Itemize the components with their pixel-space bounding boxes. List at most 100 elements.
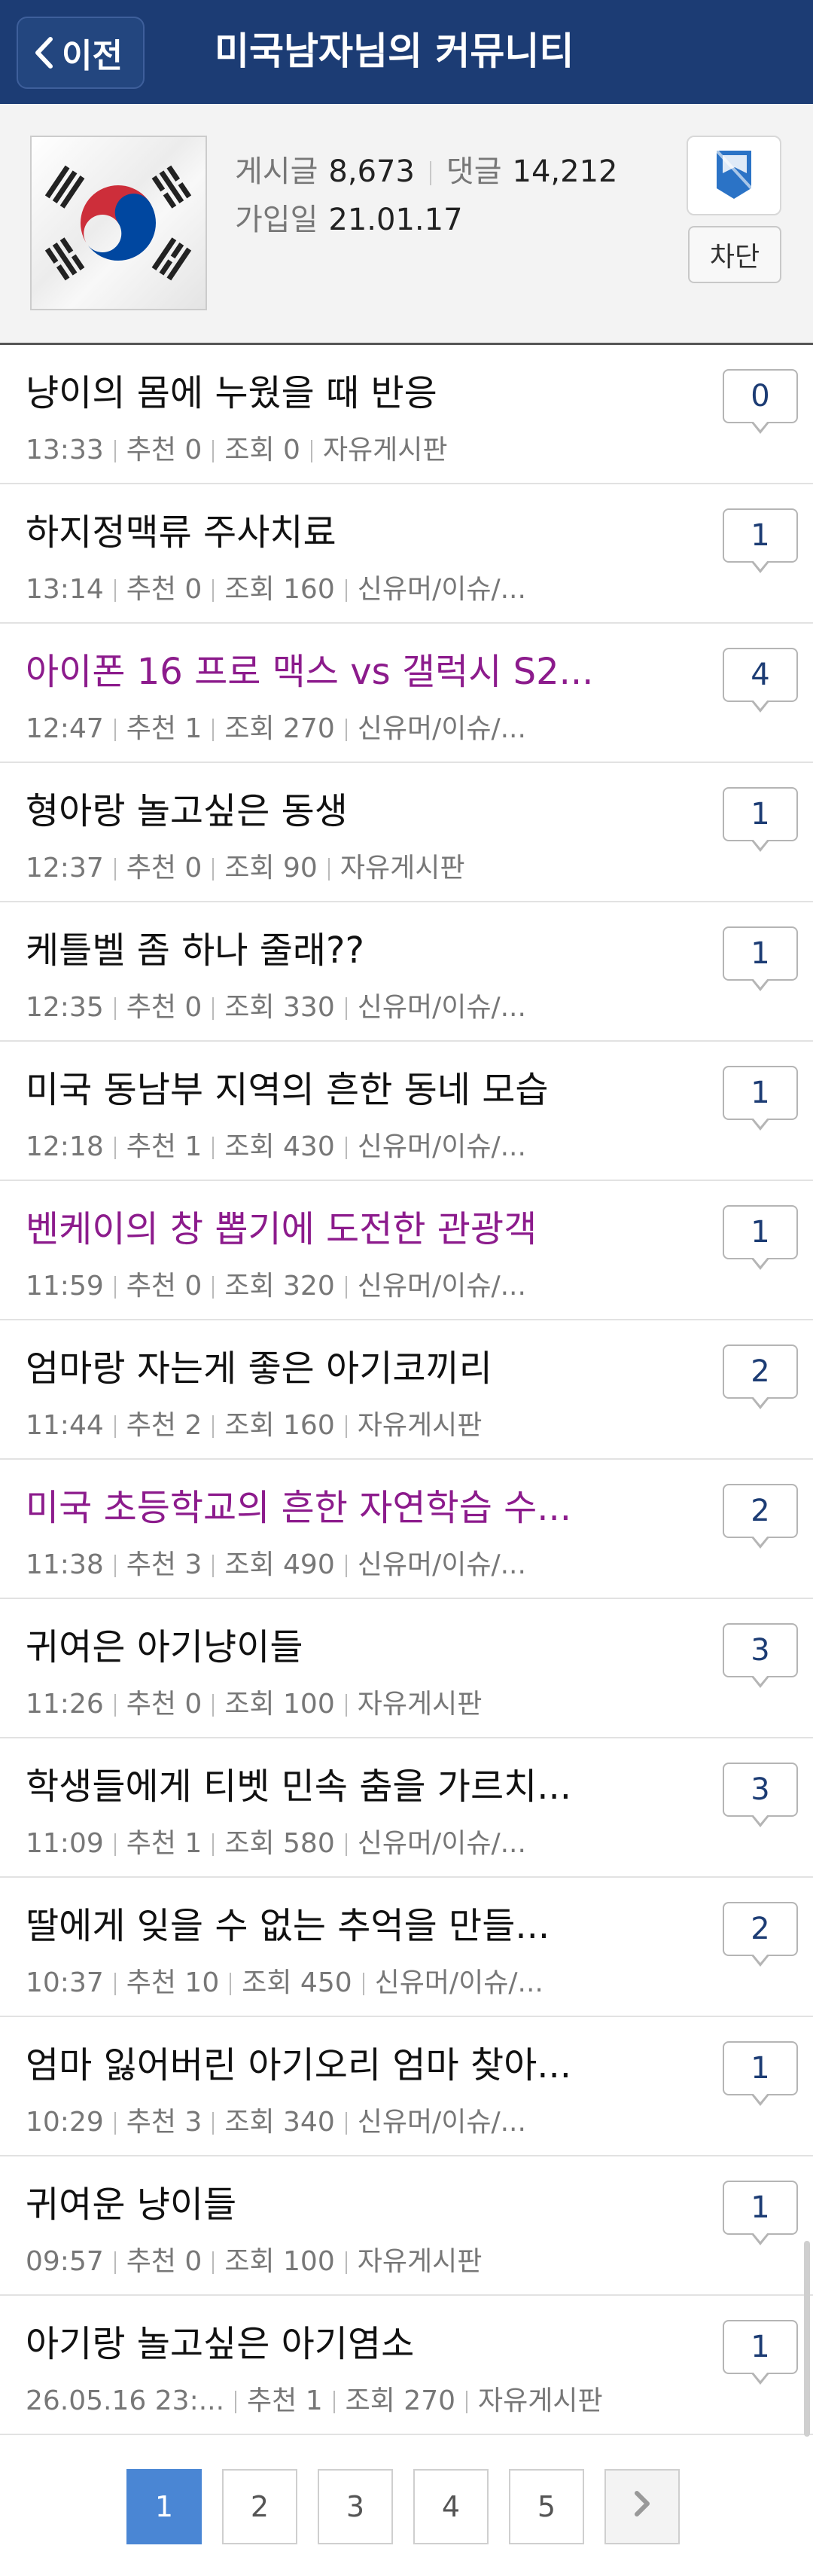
comment-count-badge[interactable]: 1	[723, 787, 798, 852]
post-title[interactable]: 딸에게 잊을 수 없는 추억을 만들...	[26, 1896, 643, 1949]
post-views: 조회 100	[224, 2246, 335, 2277]
post-title[interactable]: 엄마 잃어버린 아기오리 엄마 찾아...	[26, 2035, 643, 2088]
page-button-1[interactable]: 1	[126, 2469, 202, 2544]
bookmark-button[interactable]	[687, 136, 781, 215]
divider	[114, 579, 116, 602]
post-title[interactable]: 엄마랑 자는게 좋은 아기코끼리	[26, 1338, 643, 1391]
post-title[interactable]: 케틀벨 좀 하나 줄래??	[26, 920, 643, 973]
comment-count-badge[interactable]: 1	[723, 2320, 798, 2385]
list-item[interactable]: 아이폰 16 프로 맥스 vs 갤럭시 S2... 12:47 추천 1 조회 270…	[0, 624, 813, 763]
list-item[interactable]: 하지정맥류 주사치료 13:14 추천 0 조회 160 신유머/이슈/... 1	[0, 484, 813, 624]
comment-count-badge[interactable]: 0	[723, 369, 798, 434]
bookmark-icon	[712, 148, 756, 203]
comment-count-badge[interactable]: 4	[723, 648, 798, 713]
divider	[212, 719, 215, 741]
post-title[interactable]: 벤케이의 창 뽑기에 도전한 관광객	[26, 1199, 643, 1252]
post-board: 신유머/이슈/...	[357, 992, 526, 1023]
divider	[429, 161, 431, 185]
post-views: 조회 320	[224, 1271, 335, 1302]
comment-count-badge[interactable]: 3	[723, 1763, 798, 1827]
post-title[interactable]: 냥이의 몸에 누웠을 때 반응	[26, 363, 643, 416]
divider	[114, 440, 116, 462]
post-meta: 11:26 추천 0 조회 100 자유게시판	[26, 1682, 673, 1721]
divider	[212, 2251, 215, 2274]
list-item[interactable]: 아기랑 놀고싶은 아기염소 26.05.16 23:... 추천 1 조회 270 자유…	[0, 2296, 813, 2435]
page-button-4[interactable]: 4	[413, 2469, 489, 2544]
joined-label: 가입일	[235, 203, 318, 237]
post-title[interactable]: 아기랑 놀고싶은 아기염소	[26, 2314, 643, 2367]
comment-count-badge[interactable]: 1	[723, 2181, 798, 2245]
post-board: 자유게시판	[357, 1689, 483, 1720]
list-item[interactable]: 귀여운 냥이들 09:57 추천 0 조회 100 자유게시판 1	[0, 2156, 813, 2296]
divider	[235, 2391, 237, 2413]
comment-count-badge[interactable]: 1	[723, 2041, 798, 2106]
post-board: 자유게시판	[357, 2246, 483, 2277]
block-button[interactable]: 차단	[688, 226, 781, 283]
list-item[interactable]: 딸에게 잊을 수 없는 추억을 만들... 10:37 추천 10 조회 450 신유머…	[0, 1878, 813, 2017]
post-time: 26.05.16 23:...	[26, 2385, 225, 2416]
list-item[interactable]: 엄마랑 자는게 좋은 아기코끼리 11:44 추천 2 조회 160 자유게시판 2	[0, 1320, 813, 1460]
list-item[interactable]: 냥이의 몸에 누웠을 때 반응 13:33 추천 0 조회 0 자유게시판 0	[0, 345, 813, 484]
divider	[345, 579, 347, 602]
comment-count-badge[interactable]: 1	[723, 1066, 798, 1131]
post-title[interactable]: 하지정맥류 주사치료	[26, 502, 643, 555]
post-recommend: 추천 1	[126, 1131, 202, 1162]
post-views: 조회 270	[224, 713, 335, 744]
divider	[114, 1973, 116, 1995]
post-recommend: 추천 0	[126, 853, 202, 884]
post-recommend: 추천 2	[126, 1410, 202, 1441]
list-item[interactable]: 귀여은 아기냥이들 11:26 추천 0 조회 100 자유게시판 3	[0, 1599, 813, 1738]
post-title[interactable]: 형아랑 놀고싶은 동생	[26, 781, 643, 834]
divider	[333, 2391, 335, 2413]
joined-date: 21.01.17	[328, 203, 463, 237]
post-time: 13:14	[26, 574, 104, 605]
post-title[interactable]: 아이폰 16 프로 맥스 vs 갤럭시 S2...	[26, 642, 643, 694]
post-title[interactable]: 귀여은 아기냥이들	[26, 1617, 643, 1670]
post-views: 조회 160	[224, 1410, 335, 1441]
post-board: 자유게시판	[340, 853, 465, 884]
post-views: 조회 160	[224, 574, 335, 605]
list-item[interactable]: 케틀벨 좀 하나 줄래?? 12:35 추천 0 조회 330 신유머/이슈/... 1	[0, 902, 813, 1042]
comment-count-badge[interactable]: 2	[723, 1902, 798, 1967]
comment-count-badge[interactable]: 2	[723, 1484, 798, 1549]
comment-count-badge[interactable]: 2	[723, 1344, 798, 1409]
post-board: 신유머/이슈/...	[357, 713, 526, 744]
divider	[212, 1276, 215, 1299]
back-button[interactable]: 이전	[17, 17, 145, 89]
post-title[interactable]: 귀여운 냥이들	[26, 2175, 643, 2227]
list-item[interactable]: 학생들에게 티벳 민속 춤을 가르치... 11:09 추천 1 조회 580 신유머/…	[0, 1738, 813, 1878]
divider	[345, 1276, 347, 1299]
list-item[interactable]: 형아랑 놀고싶은 동생 12:37 추천 0 조회 90 자유게시판 1	[0, 763, 813, 902]
page-button-2[interactable]: 2	[222, 2469, 297, 2544]
divider	[212, 2112, 215, 2135]
comment-count-badge[interactable]: 1	[723, 508, 798, 573]
post-time: 09:57	[26, 2246, 104, 2277]
scrollbar[interactable]	[804, 2241, 810, 2437]
page-button-5[interactable]: 5	[509, 2469, 584, 2544]
list-item[interactable]: 엄마 잃어버린 아기오리 엄마 찾아... 10:29 추천 3 조회 340 신유머/…	[0, 2017, 813, 2156]
comment-count-badge[interactable]: 1	[723, 1205, 798, 1270]
page-title: 미국남자님의 커뮤니티	[215, 29, 574, 73]
divider	[345, 1694, 347, 1717]
divider	[466, 2391, 468, 2413]
divider	[114, 2112, 116, 2135]
next-page-button[interactable]	[604, 2469, 680, 2544]
comment-count-badge[interactable]: 3	[723, 1623, 798, 1688]
list-item[interactable]: 미국 동남부 지역의 흔한 동네 모습 12:18 추천 1 조회 430 신유머/이슈…	[0, 1042, 813, 1181]
divider	[114, 1555, 116, 1577]
post-title[interactable]: 학생들에게 티벳 민속 춤을 가르치...	[26, 1757, 643, 1809]
comment-count-badge[interactable]: 1	[723, 926, 798, 991]
post-board: 자유게시판	[322, 435, 448, 465]
divider	[212, 1137, 215, 1159]
post-meta: 10:29 추천 3 조회 340 신유머/이슈/...	[26, 2100, 673, 2139]
list-item[interactable]: 벤케이의 창 뽑기에 도전한 관광객 11:59 추천 0 조회 320 신유머/이슈/…	[0, 1181, 813, 1320]
page-button-3[interactable]: 3	[318, 2469, 393, 2544]
post-time: 11:44	[26, 1410, 104, 1441]
post-recommend: 추천 0	[126, 574, 202, 605]
list-item[interactable]: 미국 초등학교의 흔한 자연학습 수... 11:38 추천 3 조회 490 신유머/…	[0, 1460, 813, 1599]
post-views: 조회 270	[345, 2385, 456, 2416]
post-meta: 12:35 추천 0 조회 330 신유머/이슈/...	[26, 985, 673, 1024]
post-title[interactable]: 미국 동남부 지역의 흔한 동네 모습	[26, 1060, 643, 1113]
post-title[interactable]: 미국 초등학교의 흔한 자연학습 수...	[26, 1478, 643, 1531]
post-recommend: 추천 0	[126, 2246, 202, 2277]
